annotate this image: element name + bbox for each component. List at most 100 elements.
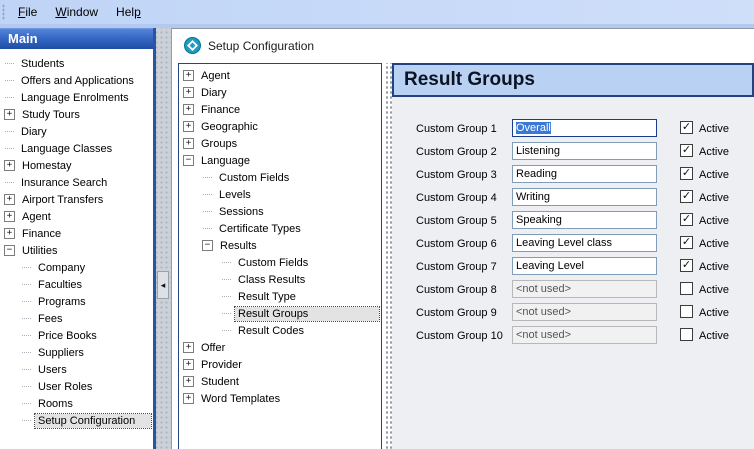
config-tree-item-result-type[interactable]: Result Type — [179, 288, 381, 305]
custom-group-9-active-checkbox[interactable] — [680, 305, 693, 318]
config-tree-item-offer[interactable]: +Offer — [179, 339, 381, 356]
collapse-sidebar-button[interactable]: ◂ — [157, 271, 169, 299]
custom-group-8-active-checkbox[interactable] — [680, 282, 693, 295]
custom-group-5-active-checkbox[interactable]: ✓ — [680, 213, 693, 226]
tree-indent — [0, 318, 17, 319]
custom-group-4-active-checkbox[interactable]: ✓ — [680, 190, 693, 203]
sidebar-item-offers-and-applications[interactable]: Offers and Applications — [0, 72, 153, 89]
sidebar-item-diary[interactable]: Diary — [0, 123, 153, 140]
sidebar-item-homestay[interactable]: +Homestay — [0, 157, 153, 174]
custom-group-7-active-checkbox[interactable]: ✓ — [680, 259, 693, 272]
sidebar-item-company[interactable]: Company — [0, 259, 153, 276]
sidebar-item-users[interactable]: Users — [0, 361, 153, 378]
config-tree-item-language[interactable]: −Language — [179, 152, 381, 169]
expand-icon[interactable]: + — [183, 121, 194, 132]
custom-group-3-label: Custom Group 3 — [416, 169, 508, 181]
config-tree-item-levels[interactable]: Levels — [179, 186, 381, 203]
collapse-icon[interactable]: − — [4, 245, 15, 256]
config-tree-item-label: Custom Fields — [235, 256, 311, 270]
expand-icon[interactable]: + — [183, 393, 194, 404]
config-tree-item-custom-fields[interactable]: Custom Fields — [179, 169, 381, 186]
config-tree-item-results[interactable]: −Results — [179, 237, 381, 254]
custom-group-2-active-checkbox[interactable]: ✓ — [680, 144, 693, 157]
custom-group-5-value: Speaking — [516, 214, 562, 226]
sidebar-item-price-books[interactable]: Price Books — [0, 327, 153, 344]
menu-item-window[interactable]: Window — [46, 2, 107, 22]
config-tree-item-finance[interactable]: +Finance — [179, 101, 381, 118]
sidebar-item-rooms[interactable]: Rooms — [0, 395, 153, 412]
custom-group-5-input[interactable]: Speaking — [512, 211, 657, 229]
custom-group-1-active-checkbox[interactable]: ✓ — [680, 121, 693, 134]
sidebar-item-language-enrolments[interactable]: Language Enrolments — [0, 89, 153, 106]
custom-group-7-input[interactable]: Leaving Level — [512, 257, 657, 275]
sidebar-item-students[interactable]: Students — [0, 55, 153, 72]
custom-group-10-input[interactable]: <not used> — [512, 326, 657, 344]
collapse-icon[interactable]: − — [183, 155, 194, 166]
tree-indent — [0, 284, 17, 285]
config-tree-item-certificate-types[interactable]: Certificate Types — [179, 220, 381, 237]
expand-icon[interactable]: + — [4, 228, 15, 239]
tree-leaf-stub — [203, 194, 212, 195]
active-label: Active — [699, 192, 729, 204]
sidebar-item-agent[interactable]: +Agent — [0, 208, 153, 225]
config-tree-item-word-templates[interactable]: +Word Templates — [179, 390, 381, 407]
expand-icon[interactable]: + — [183, 342, 194, 353]
expand-icon[interactable]: + — [4, 211, 15, 222]
config-tree-item-geographic[interactable]: +Geographic — [179, 118, 381, 135]
custom-group-3-input[interactable]: Reading — [512, 165, 657, 183]
sidebar-item-language-classes[interactable]: Language Classes — [0, 140, 153, 157]
sidebar-item-utilities[interactable]: −Utilities — [0, 242, 153, 259]
expand-icon[interactable]: + — [4, 109, 15, 120]
collapse-icon[interactable]: − — [202, 240, 213, 251]
config-tree-item-label: Diary — [198, 86, 230, 100]
config-tree-item-custom-fields[interactable]: Custom Fields — [179, 254, 381, 271]
expand-icon[interactable]: + — [183, 70, 194, 81]
sidebar-item-programs[interactable]: Programs — [0, 293, 153, 310]
config-tree-item-class-results[interactable]: Class Results — [179, 271, 381, 288]
tree-leaf-stub — [22, 267, 31, 268]
custom-group-3-active-checkbox[interactable]: ✓ — [680, 167, 693, 180]
config-tree-item-result-groups[interactable]: Result Groups — [179, 305, 381, 322]
config-tree-item-result-codes[interactable]: Result Codes — [179, 322, 381, 339]
menu-item-help[interactable]: Help — [107, 2, 150, 22]
custom-group-6-active-checkbox[interactable]: ✓ — [680, 236, 693, 249]
sidebar-item-user-roles[interactable]: User Roles — [0, 378, 153, 395]
custom-group-4-input[interactable]: Writing — [512, 188, 657, 206]
config-tree-item-agent[interactable]: + Agent — [179, 67, 381, 84]
sidebar-item-insurance-search[interactable]: Insurance Search — [0, 174, 153, 191]
sidebar-item-setup-configuration[interactable]: Setup Configuration — [0, 412, 153, 429]
expand-icon[interactable]: + — [4, 160, 15, 171]
config-tree-item-sessions[interactable]: Sessions — [179, 203, 381, 220]
menu-item-file[interactable]: File — [9, 2, 46, 22]
custom-group-1-input[interactable]: Overall — [512, 119, 657, 137]
sidebar-item-label: Airport Transfers — [19, 193, 106, 207]
sidebar-item-study-tours[interactable]: +Study Tours — [0, 106, 153, 123]
custom-group-2-input[interactable]: Listening — [512, 142, 657, 160]
custom-group-4-label: Custom Group 4 — [416, 192, 508, 204]
expand-icon[interactable]: + — [183, 104, 194, 115]
tree-panel-splitter[interactable] — [384, 63, 392, 449]
tree-indent — [0, 369, 17, 370]
expand-icon[interactable]: + — [183, 87, 194, 98]
custom-group-9-input[interactable]: <not used> — [512, 303, 657, 321]
custom-group-6-input[interactable]: Leaving Level class — [512, 234, 657, 252]
expand-icon[interactable]: + — [183, 376, 194, 387]
config-tree-item-provider[interactable]: +Provider — [179, 356, 381, 373]
expand-icon[interactable]: + — [183, 138, 194, 149]
config-tree-item-label: Agent — [198, 69, 233, 83]
sidebar-splitter[interactable]: ◂ — [156, 28, 171, 449]
sidebar-item-faculties[interactable]: Faculties — [0, 276, 153, 293]
config-tree-item-groups[interactable]: +Groups — [179, 135, 381, 152]
tree-indent — [0, 420, 17, 421]
custom-group-7-value: Leaving Level — [516, 260, 584, 272]
expand-icon[interactable]: + — [4, 194, 15, 205]
config-tree-item-diary[interactable]: + Diary — [179, 84, 381, 101]
config-tree-item-student[interactable]: +Student — [179, 373, 381, 390]
custom-group-8-input[interactable]: <not used> — [512, 280, 657, 298]
sidebar-item-fees[interactable]: Fees — [0, 310, 153, 327]
sidebar-item-airport-transfers[interactable]: + Airport Transfers — [0, 191, 153, 208]
custom-group-10-active-checkbox[interactable] — [680, 328, 693, 341]
sidebar-item-suppliers[interactable]: Suppliers — [0, 344, 153, 361]
expand-icon[interactable]: + — [183, 359, 194, 370]
sidebar-item-finance[interactable]: +Finance — [0, 225, 153, 242]
